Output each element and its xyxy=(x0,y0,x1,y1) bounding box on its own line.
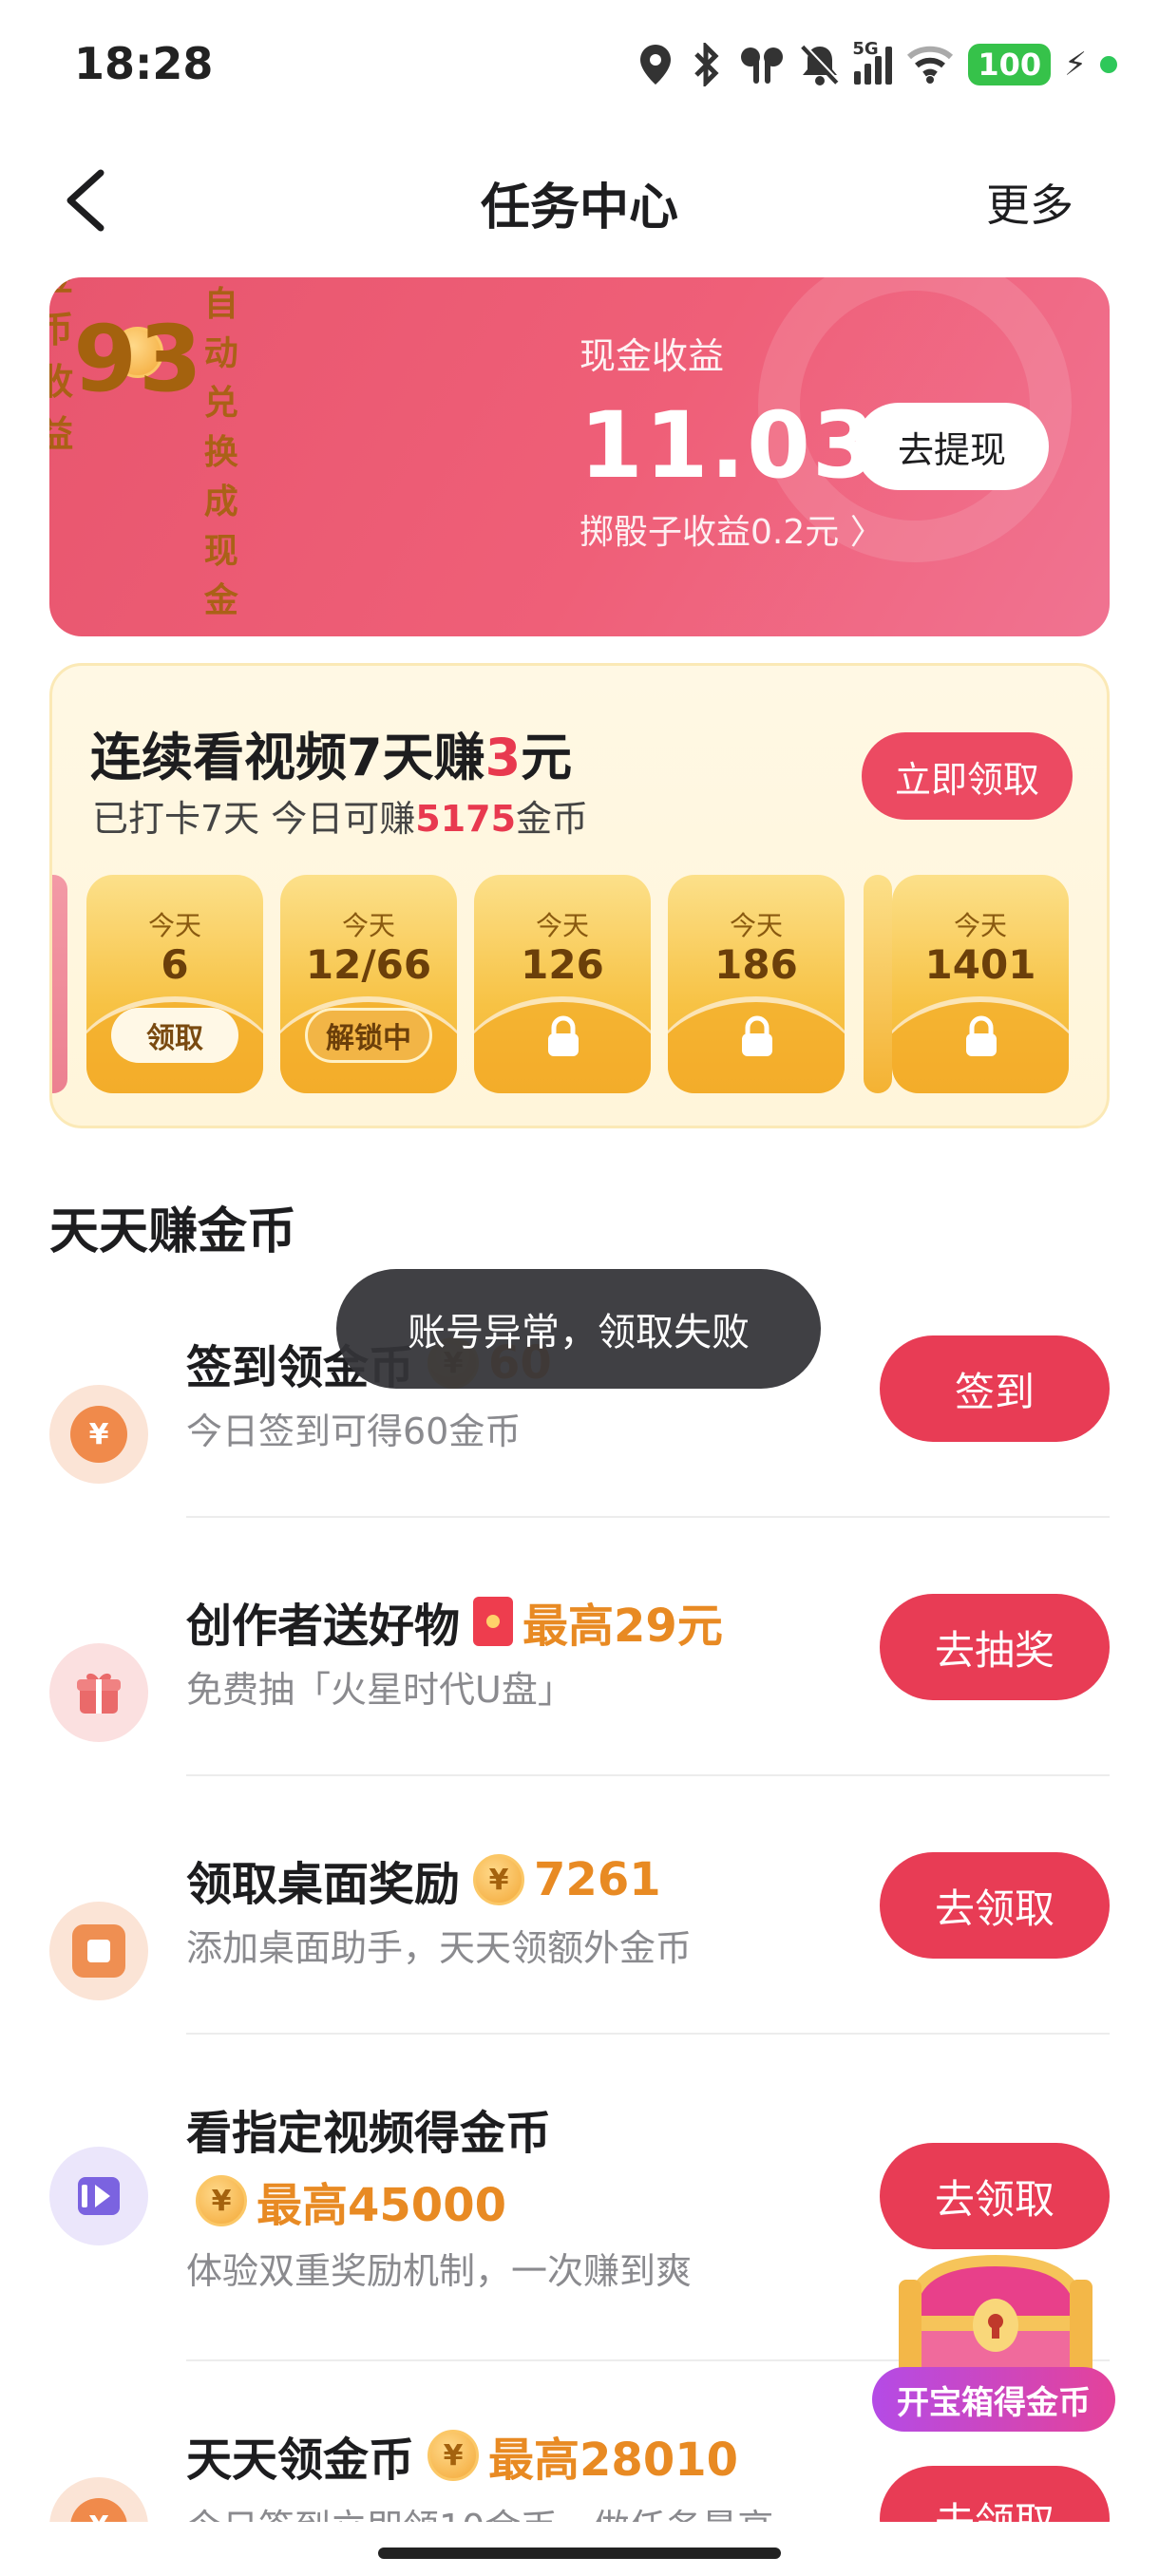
sign-in-button[interactable]: 签到 xyxy=(880,1335,1110,1442)
status-icons: 5G 100 ⚡ xyxy=(637,36,1117,93)
yen-icon: ¥ xyxy=(49,1385,148,1484)
top-nav: 任务中心 更多 xyxy=(0,142,1159,256)
coin-earnings[interactable]: 金币收益 93 每天0点自动兑换成现金 xyxy=(49,277,238,620)
coin-earnings-note: 每天0点自动兑换成现金 xyxy=(203,284,238,620)
task-desc: 添加桌面助手，天天领额外金币 xyxy=(186,1927,693,1969)
day-reward-row: 今天 6 领取 今天 12/66 解锁中 今天 126 今天 186 今天 14… xyxy=(52,875,1107,1095)
task-title: 看指定视频得金币 xyxy=(186,2107,552,2160)
streak-title-amount: 3 xyxy=(484,728,522,787)
task-reward-value: 最高28010 xyxy=(488,2434,739,2487)
treasure-label[interactable]: 开宝箱得金币 xyxy=(872,2367,1115,2432)
page-title: 任务中心 xyxy=(480,180,678,237)
day-cell[interactable]: 今天 6 领取 xyxy=(86,875,263,1093)
day-label: 今天 xyxy=(341,910,395,941)
cash-earnings-value: 11.03 xyxy=(580,392,878,499)
task-desc: 体验双重奖励机制，一次赚到爽 xyxy=(186,2250,693,2292)
streak-title-unit: 元 xyxy=(521,728,573,787)
day-value: 126 xyxy=(521,941,604,988)
coin-icon: ¥ xyxy=(196,2175,247,2226)
day-label: 今天 xyxy=(729,910,783,941)
coin-icon: ¥ xyxy=(473,1854,525,1905)
day-claim-button[interactable]: 领取 xyxy=(111,1008,238,1063)
bluetooth-icon xyxy=(694,43,719,86)
divider xyxy=(186,1774,1110,1776)
streak-sub-text: 已打卡7天 今日可赚 xyxy=(92,798,416,840)
streak-card: 连续看视频7天赚3元 已打卡7天 今日可赚5175金币 立即领取 今天 6 领取… xyxy=(49,663,1110,1128)
divider xyxy=(186,2033,1110,2035)
day-value: 12/66 xyxy=(305,941,432,988)
divider xyxy=(186,1516,1110,1518)
task-title-text: 创作者送好物 xyxy=(186,1600,461,1653)
lottery-button[interactable]: 去抽奖 xyxy=(880,1594,1110,1700)
day-cell[interactable]: 今天 1401 xyxy=(892,875,1069,1093)
day-cell[interactable]: 今天 186 xyxy=(668,875,845,1093)
earnings-card: 金币收益 93 每天0点自动兑换成现金 现金收益 11.03 掷骰子收益0.2元… xyxy=(49,277,1110,636)
task-reward-value: 最高45000 xyxy=(256,2179,506,2232)
day-cell-stack-edge xyxy=(864,875,892,1093)
treasure-chest-widget[interactable]: 开宝箱得金币 xyxy=(872,2228,1119,2504)
day-cell[interactable]: 今天 126 xyxy=(474,875,651,1093)
streak-sub-unit: 金币 xyxy=(516,798,589,840)
coin-icon: ¥ xyxy=(428,2430,480,2481)
dice-earnings-link[interactable]: 掷骰子收益0.2元 〉 xyxy=(580,504,884,554)
day-unlocking-badge: 解锁中 xyxy=(305,1008,432,1063)
lock-icon xyxy=(548,1015,579,1056)
withdraw-button[interactable]: 去提现 xyxy=(855,403,1049,490)
signal-icon: 5G xyxy=(852,39,893,85)
task-desc: 今日签到可得60金币 xyxy=(186,1411,522,1452)
wifi-icon xyxy=(907,46,954,84)
error-toast: 账号异常，领取失败 xyxy=(336,1269,821,1389)
day-value: 1401 xyxy=(924,941,1036,988)
earbuds-icon xyxy=(741,47,784,84)
task-reward-value: 7261 xyxy=(534,1853,661,1906)
coin-earnings-value: 93 xyxy=(73,306,204,412)
battery-icon: 100 xyxy=(968,44,1052,85)
task-title-text: 天天领金币 xyxy=(186,2434,415,2487)
day-label: 今天 xyxy=(953,910,1007,941)
desktop-widget-icon xyxy=(49,1902,148,2000)
home-indicator[interactable] xyxy=(378,2548,781,2559)
mute-bell-icon xyxy=(801,44,841,85)
task-title: 创作者送好物 最高29元 xyxy=(186,1588,723,1655)
lock-icon xyxy=(966,1015,997,1056)
network-type: 5G xyxy=(852,39,879,59)
lock-icon xyxy=(742,1015,772,1056)
section-title: 天天赚金币 xyxy=(49,1203,297,1260)
task-reward-value: 最高29元 xyxy=(522,1600,723,1653)
day-cell-partial xyxy=(52,875,67,1093)
task-desc: 免费抽「火星时代U盘」 xyxy=(186,1669,574,1711)
charging-icon: ⚡ xyxy=(1064,46,1087,84)
claim-now-button[interactable]: 立即领取 xyxy=(862,732,1073,820)
claim-desktop-button[interactable]: 去领取 xyxy=(880,1852,1110,1959)
task-title: 领取桌面奖励 ¥7261 xyxy=(186,1847,661,1913)
task-reward: ¥ 最高45000 xyxy=(196,2168,506,2234)
task-title-text: 领取桌面奖励 xyxy=(186,1858,461,1911)
streak-sub-amount: 5175 xyxy=(415,798,517,840)
day-cell[interactable]: 今天 12/66 解锁中 xyxy=(280,875,457,1093)
status-time: 18:28 xyxy=(74,38,214,89)
gift-icon xyxy=(49,1643,148,1742)
cash-earnings-label: 现金收益 xyxy=(580,335,725,377)
day-label: 今天 xyxy=(535,910,589,941)
task-title: 天天领金币 ¥ 最高28010 xyxy=(186,2422,738,2489)
streak-title-text: 连续看视频7天赚 xyxy=(90,728,485,787)
coin-earnings-label: 金币收益 xyxy=(49,277,74,455)
cash-earnings[interactable]: 现金收益 11.03 掷骰子收益0.2元 〉 xyxy=(580,327,884,554)
privacy-dot-icon xyxy=(1100,56,1117,73)
status-bar: 18:28 5G 100 ⚡ xyxy=(0,0,1159,133)
day-value: 186 xyxy=(714,941,798,988)
more-button[interactable]: 更多 xyxy=(986,171,1074,234)
day-label: 今天 xyxy=(147,910,201,941)
day-value: 6 xyxy=(161,941,189,988)
red-envelope-icon xyxy=(473,1597,514,1646)
streak-subtitle: 已打卡7天 今日可赚5175金币 xyxy=(92,789,588,842)
streak-title: 连续看视频7天赚3元 xyxy=(90,715,572,790)
location-icon xyxy=(640,45,672,85)
video-icon xyxy=(49,2147,148,2245)
